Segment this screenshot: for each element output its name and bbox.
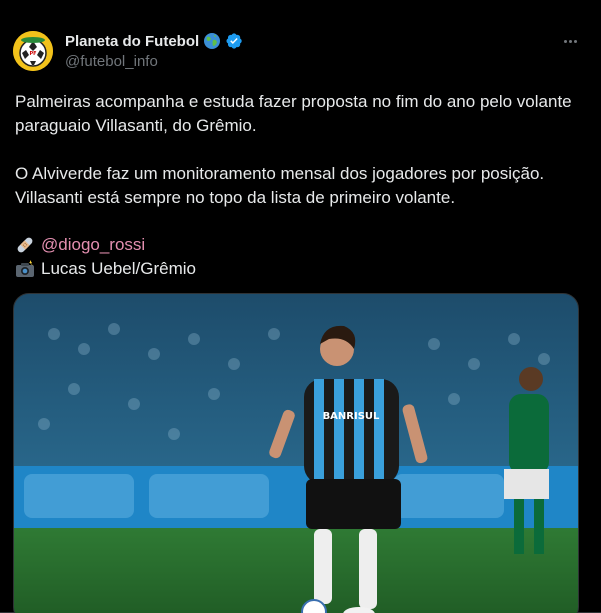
post-paragraph-2: O Alviverde faz um monitoramento mensal … (15, 164, 545, 207)
more-horizontal-icon-dot (568, 39, 572, 43)
earth-globe-icon (204, 33, 221, 49)
author-row: Planeta do Futebol (65, 32, 243, 50)
handle[interactable]: @futebol_info (65, 53, 158, 70)
post-paragraph-1: Palmeiras acompanha e estuda fazer propo… (15, 92, 572, 135)
photo-credit-line: Lucas Uebel/Grêmio (15, 257, 196, 281)
photo-credit-text: Lucas Uebel/Grêmio (41, 259, 196, 278)
source-line: @diogo_rossi (15, 233, 145, 257)
bandage-icon (17, 237, 33, 253)
avatar[interactable]: PF (13, 31, 53, 71)
camera-flash-icon (16, 260, 34, 277)
more-button[interactable] (557, 31, 583, 51)
tweet[interactable]: PF Planeta do Futebol @futebol_info Palm… (0, 0, 601, 613)
display-name[interactable]: Planeta do Futebol (65, 33, 199, 50)
source-mention-link[interactable]: @diogo_rossi (41, 233, 145, 257)
planeta-do-futebol-logo-icon: PF (13, 31, 53, 71)
post-media-photo[interactable]: BANRISUL (13, 293, 579, 613)
verified-badge-icon[interactable] (225, 32, 243, 50)
jersey-sponsor-text: BANRISUL (323, 411, 380, 422)
more-horizontal-icon-dot (563, 39, 567, 43)
soccer-photo-icon: BANRISUL (14, 294, 578, 613)
more-horizontal-icon-dot (573, 39, 577, 43)
svg-text:PF: PF (29, 51, 36, 57)
